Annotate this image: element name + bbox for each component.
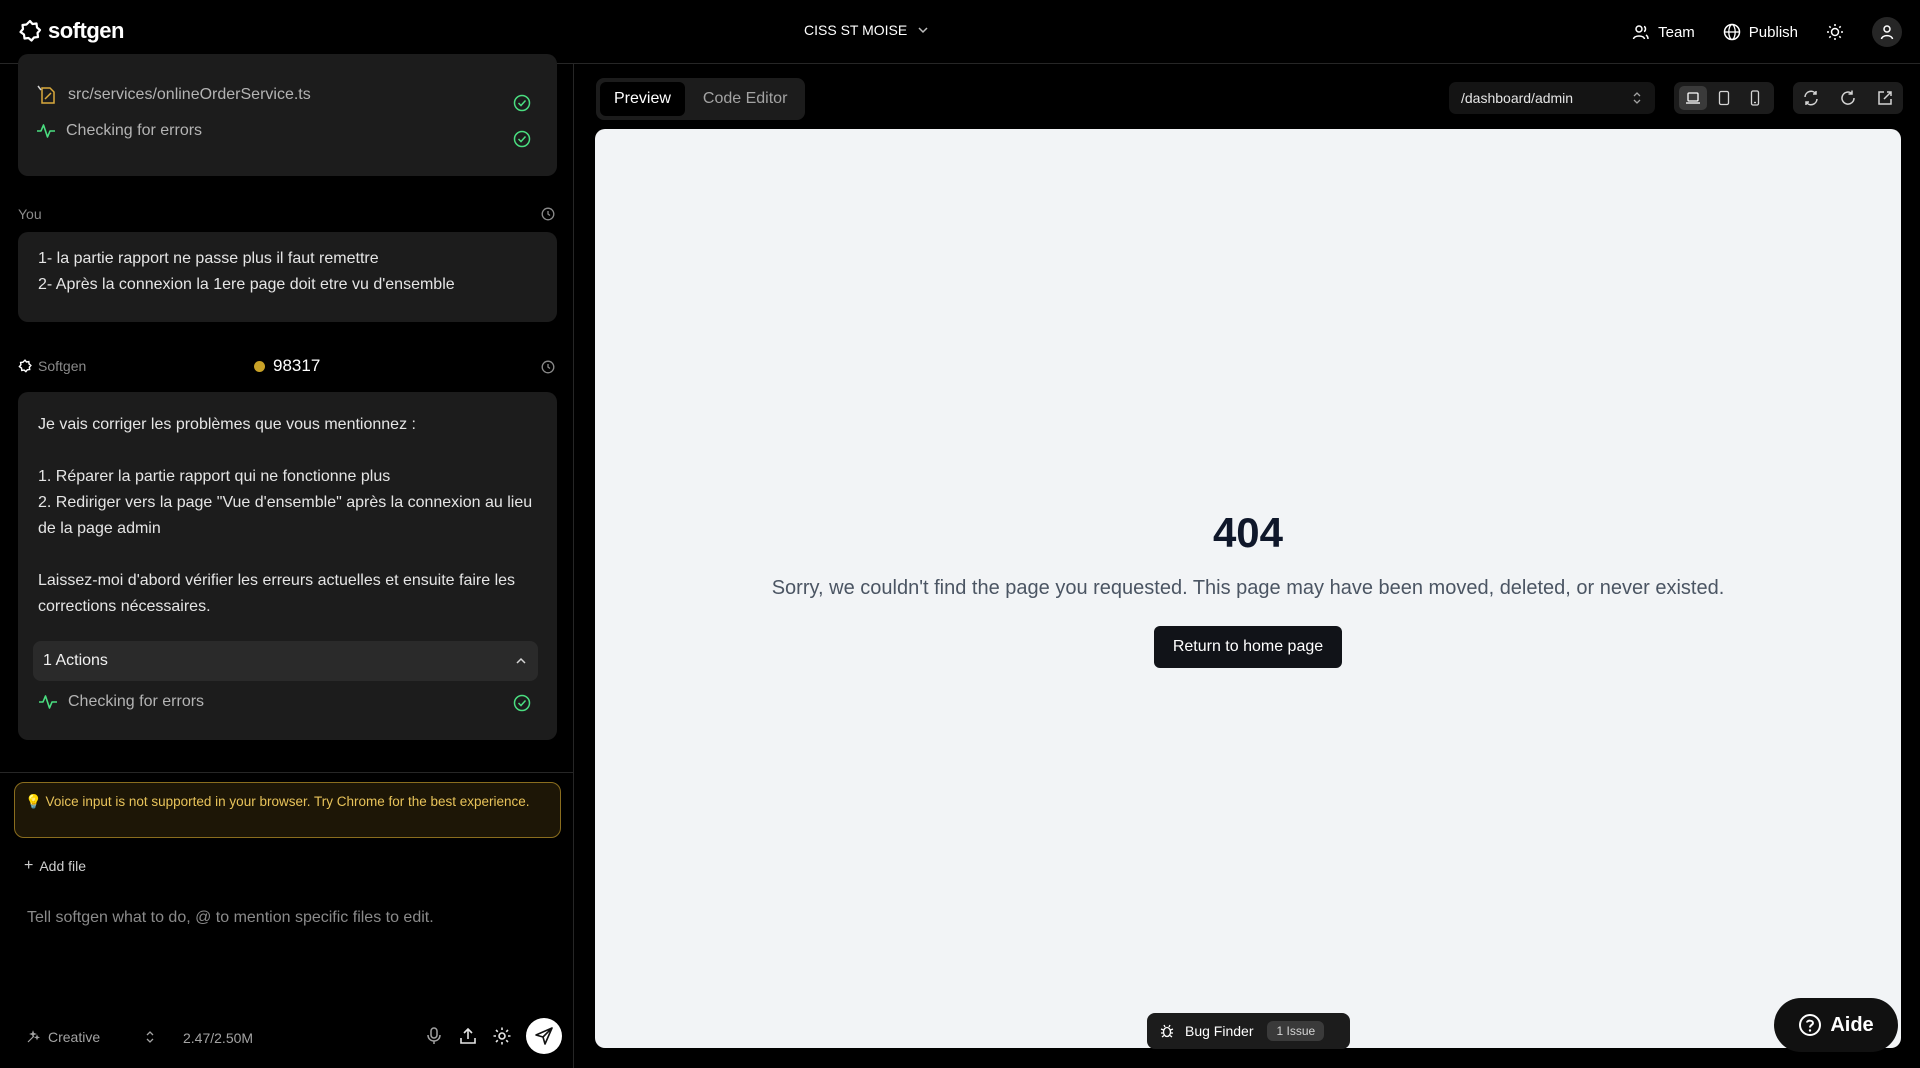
sync-icon[interactable]	[1802, 89, 1820, 107]
help-label: Aide	[1830, 1013, 1874, 1036]
check-circle-icon	[513, 130, 531, 148]
chevron-up-down-icon[interactable]	[143, 1028, 157, 1046]
assistant-message-card: Je vais corriger les problèmes que vous …	[18, 392, 557, 740]
user-avatar-button[interactable]	[1872, 17, 1902, 47]
mode-selector[interactable]: Creative	[26, 1029, 100, 1045]
activity-icon	[37, 124, 55, 138]
assistant-list-item: 1. Réparer la partie rapport qui ne fonc…	[38, 468, 391, 485]
user-message-line: 1- la partie rapport ne passe plus il fa…	[38, 250, 379, 267]
activity-icon	[39, 695, 57, 709]
checking-errors-row: Checking for errors	[38, 692, 204, 712]
user-message-line: 2- Après la connexion la 1ere page doit …	[38, 276, 455, 293]
microphone-icon[interactable]	[424, 1026, 444, 1046]
bug-icon	[1160, 1024, 1174, 1038]
globe-icon	[1723, 23, 1741, 41]
smartphone-icon	[1750, 90, 1759, 106]
assistant-label: Softgen	[38, 358, 87, 374]
actions-label: 1 Actions	[43, 652, 108, 669]
device-switcher	[1674, 82, 1774, 114]
add-file-button[interactable]: + Add file	[24, 857, 86, 875]
send-icon	[535, 1027, 553, 1045]
publish-label: Publish	[1748, 23, 1798, 41]
voice-input-warning: 💡 Voice input is not supported in your b…	[14, 782, 561, 838]
bug-finder-label: Bug Finder	[1185, 1023, 1254, 1039]
previous-actions-card: src/services/onlineOrderService.ts Check…	[18, 54, 557, 176]
check-circle-icon	[513, 694, 531, 712]
sun-icon	[1827, 24, 1843, 40]
preview-tools	[1793, 82, 1903, 114]
publish-button[interactable]: Publish	[1723, 14, 1798, 50]
issue-count-badge: 1 Issue	[1267, 1021, 1325, 1041]
assistant-outro: Laissez-moi d'abord vérifier les erreurs…	[38, 572, 516, 615]
tablet-view-button[interactable]	[1710, 86, 1738, 110]
tab-preview[interactable]: Preview	[600, 82, 685, 116]
file-edit-icon	[37, 85, 55, 104]
external-link-icon[interactable]	[1876, 89, 1894, 107]
theme-toggle-button[interactable]	[1826, 14, 1844, 50]
preview-frame: 404 Sorry, we couldn't find the page you…	[595, 129, 1901, 1048]
chevron-down-icon	[918, 27, 928, 34]
clock-icon[interactable]	[541, 360, 555, 374]
chevron-up-icon	[516, 657, 526, 664]
credits-counter: 98317	[254, 356, 320, 376]
upload-icon[interactable]	[458, 1026, 478, 1046]
actions-toggle[interactable]: 1 Actions	[33, 641, 538, 681]
return-home-button[interactable]: Return to home page	[1154, 626, 1342, 668]
bug-finder-button[interactable]: Bug Finder 1 Issue	[1147, 1013, 1350, 1049]
view-tabs: Preview Code Editor	[596, 78, 806, 120]
users-icon	[1632, 25, 1649, 40]
sparkle-icon	[27, 1030, 40, 1043]
help-circle-icon	[1799, 1014, 1822, 1036]
send-button[interactable]	[526, 1018, 562, 1054]
chevron-up-down-icon	[1633, 92, 1641, 104]
error-code: 404	[1212, 509, 1284, 556]
tab-code-editor[interactable]: Code Editor	[689, 82, 802, 116]
divider	[0, 772, 574, 773]
desktop-view-button[interactable]	[1679, 86, 1708, 110]
user-message-card: 1- la partie rapport ne passe plus il fa…	[18, 232, 557, 322]
assistant-intro: Je vais corriger les problèmes que vous …	[38, 416, 416, 433]
help-button[interactable]: Aide	[1774, 998, 1898, 1052]
logo-text: softgen	[48, 18, 124, 43]
settings-gear-icon[interactable]	[492, 1026, 512, 1046]
composer-toolbar: Creative 2.47/2.50M	[0, 1012, 574, 1060]
token-usage: 2.47/2.50M	[183, 1030, 254, 1046]
check-circle-icon	[513, 94, 531, 112]
laptop-icon	[1686, 92, 1701, 104]
coin-icon	[254, 360, 265, 372]
route-value: /dashboard/admin	[1461, 90, 1574, 106]
user-icon	[1880, 25, 1894, 40]
checking-errors-row: Checking for errors	[36, 121, 202, 141]
project-selector[interactable]: CISS ST MOISE	[804, 22, 929, 38]
mode-label: Creative	[48, 1029, 101, 1045]
assistant-list-item: 2. Rediriger vers la page "Vue d'ensembl…	[38, 494, 533, 537]
prompt-input[interactable]: Tell softgen what to do, @ to mention sp…	[27, 909, 434, 927]
checking-errors-label: Checking for errors	[66, 122, 203, 139]
add-file-label: Add file	[39, 858, 87, 874]
plus-icon: +	[24, 857, 34, 874]
softgen-logo-icon	[18, 359, 32, 373]
softgen-logo-icon	[19, 19, 42, 42]
error-message: Sorry, we couldn't find the page you req…	[771, 577, 1725, 599]
chat-panel: src/services/onlineOrderService.ts Check…	[0, 54, 574, 1068]
file-action-row[interactable]: src/services/onlineOrderService.ts	[36, 84, 311, 106]
route-selector[interactable]: /dashboard/admin	[1449, 82, 1655, 114]
file-path: src/services/onlineOrderService.ts	[68, 86, 311, 103]
team-label: Team	[1658, 23, 1695, 41]
clock-icon[interactable]	[541, 207, 555, 221]
tablet-icon	[1718, 90, 1730, 106]
refresh-icon[interactable]	[1839, 89, 1857, 107]
credits-value: 98317	[273, 356, 321, 375]
logo[interactable]: softgen	[18, 18, 124, 44]
user-label: You	[18, 206, 42, 222]
assistant-label-row: Softgen	[18, 358, 86, 374]
project-name: CISS ST MOISE	[804, 22, 908, 38]
checking-errors-label: Checking for errors	[68, 693, 205, 710]
mobile-view-button[interactable]	[1741, 86, 1769, 110]
team-button[interactable]: Team	[1632, 14, 1695, 50]
